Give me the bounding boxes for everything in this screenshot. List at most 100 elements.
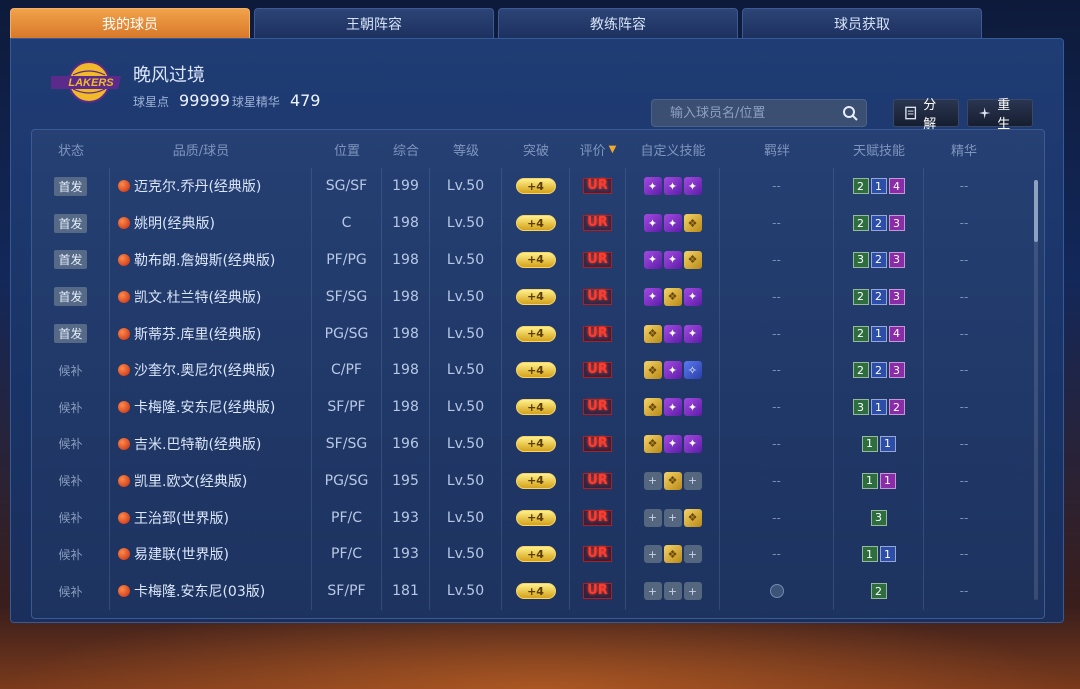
talent-cell: 223 [834, 278, 924, 316]
col-status-header[interactable]: 状态 [32, 130, 110, 168]
skill-gold-icon[interactable]: ❖ [663, 545, 682, 564]
table-row[interactable]: 首发 斯蒂芬.库里(经典版) PG/SG 198 Lv.50 +4 UR ❖ ✦ ✦… [32, 315, 1044, 352]
col-player-header[interactable]: 品质/球员 [110, 130, 312, 168]
skill-empty-icon[interactable]: + [683, 545, 702, 564]
status-cell: 候补 [32, 535, 110, 573]
skill-gold-icon[interactable]: ❖ [683, 214, 702, 233]
col-skills-header[interactable]: 自定义技能 [626, 130, 720, 168]
essence-value: -- [959, 326, 969, 341]
overall-cell: 193 [382, 499, 430, 536]
level-cell: Lv.50 [430, 351, 502, 389]
player-cell[interactable]: 沙奎尔.奥尼尔(经典版) [110, 351, 312, 389]
breakthrough-cell: +4 [502, 204, 570, 242]
skill-purple-icon[interactable]: ✦ [683, 287, 702, 306]
skill-empty-icon[interactable]: + [683, 582, 702, 601]
player-cell[interactable]: 王治郅(世界版) [110, 499, 312, 536]
breakthrough-cell: +4 [502, 462, 570, 500]
position-cell: PG/SG [312, 462, 382, 500]
table-row[interactable]: 候补 易建联(世界版) PF/C 193 Lv.50 +4 UR + ❖ + -- … [32, 535, 1044, 573]
breakthrough-cell: +4 [502, 572, 570, 610]
talent-level-badge: 1 [879, 546, 896, 563]
skill-purple-icon[interactable]: ✦ [683, 398, 702, 417]
talent-level-badge: 2 [852, 362, 869, 379]
skill-gold-icon[interactable]: ❖ [643, 434, 662, 453]
col-essence-header[interactable]: 精华 [924, 130, 1004, 168]
skill-purple-icon[interactable]: ✦ [663, 214, 682, 233]
player-cell[interactable]: 卡梅隆.安东尼(03版) [110, 572, 312, 610]
player-cell[interactable]: 迈克尔.乔丹(经典版) [110, 168, 312, 205]
col-breakthrough-header[interactable]: 突破 [502, 130, 570, 168]
skill-empty-icon[interactable]: + [643, 545, 662, 564]
skill-purple-icon[interactable]: ✦ [643, 214, 662, 233]
search-input[interactable] [660, 105, 842, 121]
table-row[interactable]: 候补 沙奎尔.奥尼尔(经典版) C/PF 198 Lv.50 +4 UR ❖ ✦ ✧… [32, 351, 1044, 389]
skill-empty-icon[interactable]: + [663, 582, 682, 601]
player-cell[interactable]: 卡梅隆.安东尼(经典版) [110, 388, 312, 426]
skill-gold-icon[interactable]: ❖ [683, 250, 702, 269]
tab-player-acquire[interactable]: 球员获取 [742, 8, 982, 38]
skill-purple-icon[interactable]: ✦ [663, 177, 682, 196]
skill-purple-icon[interactable]: ✦ [663, 434, 682, 453]
skill-purple-icon[interactable]: ✦ [663, 361, 682, 380]
skill-empty-icon[interactable]: + [643, 582, 662, 601]
table-row[interactable]: 首发 迈克尔.乔丹(经典版) SG/SF 199 Lv.50 +4 UR ✦ ✦ ✦… [32, 168, 1044, 205]
talent-cell: 312 [834, 388, 924, 426]
search-icon[interactable] [842, 105, 858, 121]
table-row[interactable]: 候补 吉米.巴特勒(经典版) SF/SG 196 Lv.50 +4 UR ❖ ✦ ✦… [32, 425, 1044, 463]
skill-purple-icon[interactable]: ✦ [663, 324, 682, 343]
status-cell: 首发 [32, 278, 110, 316]
scrollbar-thumb[interactable] [1034, 180, 1038, 242]
tab-coach-lineup[interactable]: 教练阵容 [498, 8, 738, 38]
player-cell[interactable]: 斯蒂芬.库里(经典版) [110, 315, 312, 352]
col-position-header[interactable]: 位置 [312, 130, 382, 168]
col-level-header[interactable]: 等级 [430, 130, 502, 168]
table-row[interactable]: 首发 凯文.杜兰特(经典版) SF/SG 198 Lv.50 +4 UR ✦ ❖ ✦… [32, 278, 1044, 316]
player-cell[interactable]: 易建联(世界版) [110, 535, 312, 573]
col-talent-header[interactable]: 天赋技能 [834, 130, 924, 168]
breakthrough-badge: +4 [515, 472, 556, 489]
player-cell[interactable]: 勒布朗.詹姆斯(经典版) [110, 241, 312, 279]
table-row[interactable]: 候补 王治郅(世界版) PF/C 193 Lv.50 +4 UR + + ❖ -- … [32, 499, 1044, 536]
skill-purple-icon[interactable]: ✦ [663, 398, 682, 417]
table-row[interactable]: 候补 卡梅隆.安东尼(经典版) SF/PF 198 Lv.50 +4 UR ❖ ✦… [32, 388, 1044, 426]
skill-gold-icon[interactable]: ❖ [643, 361, 662, 380]
skill-gold-icon[interactable]: ❖ [663, 287, 682, 306]
player-cell[interactable]: 凯里.欧文(经典版) [110, 462, 312, 500]
skill-empty-icon[interactable]: + [663, 508, 682, 527]
table-row[interactable]: 首发 姚明(经典版) C 198 Lv.50 +4 UR ✦ ✦ ❖ -- 223 … [32, 204, 1044, 242]
skill-gold-icon[interactable]: ❖ [643, 398, 662, 417]
rating-cell: UR [570, 168, 626, 205]
table-row[interactable]: 首发 勒布朗.詹姆斯(经典版) PF/PG 198 Lv.50 +4 UR ✦ ✦… [32, 241, 1044, 279]
skill-purple-icon[interactable]: ✦ [683, 324, 702, 343]
skill-purple-icon[interactable]: ✦ [643, 177, 662, 196]
skill-purple-icon[interactable]: ✦ [643, 287, 662, 306]
skill-gold-icon[interactable]: ❖ [683, 508, 702, 527]
col-rating-header[interactable]: 评价 ▼ [570, 130, 626, 168]
skill-gold-icon[interactable]: ❖ [663, 471, 682, 490]
rebirth-button[interactable]: 重生 [967, 98, 1033, 132]
table-row[interactable]: 候补 卡梅隆.安东尼(03版) SF/PF 181 Lv.50 +4 UR + +… [32, 572, 1044, 610]
tab-my-players[interactable]: 我的球员 [10, 8, 250, 38]
skill-blue-icon[interactable]: ✧ [683, 361, 702, 380]
col-bond-header[interactable]: 羁绊 [720, 130, 834, 168]
skill-purple-icon[interactable]: ✦ [643, 250, 662, 269]
skill-empty-icon[interactable]: + [643, 471, 662, 490]
tab-dynasty-lineup[interactable]: 王朝阵容 [254, 8, 494, 38]
player-cell[interactable]: 姚明(经典版) [110, 204, 312, 242]
skill-purple-icon[interactable]: ✦ [683, 434, 702, 453]
col-overall-header[interactable]: 综合 [382, 130, 430, 168]
position-cell: C/PF [312, 351, 382, 389]
decompose-button[interactable]: 分解 [893, 98, 959, 132]
breakthrough-badge: +4 [515, 399, 556, 416]
skill-purple-icon[interactable]: ✦ [683, 177, 702, 196]
skill-empty-icon[interactable]: + [643, 508, 662, 527]
bond-icon[interactable] [769, 584, 784, 599]
table-row[interactable]: 候补 凯里.欧文(经典版) PG/SG 195 Lv.50 +4 UR + ❖ + … [32, 462, 1044, 500]
skill-gold-icon[interactable]: ❖ [643, 324, 662, 343]
player-cell[interactable]: 凯文.杜兰特(经典版) [110, 278, 312, 316]
rating-badge: UR [583, 472, 612, 489]
skill-empty-icon[interactable]: + [683, 471, 702, 490]
player-cell[interactable]: 吉米.巴特勒(经典版) [110, 425, 312, 463]
scrollbar-track[interactable] [1034, 180, 1038, 600]
skill-purple-icon[interactable]: ✦ [663, 250, 682, 269]
